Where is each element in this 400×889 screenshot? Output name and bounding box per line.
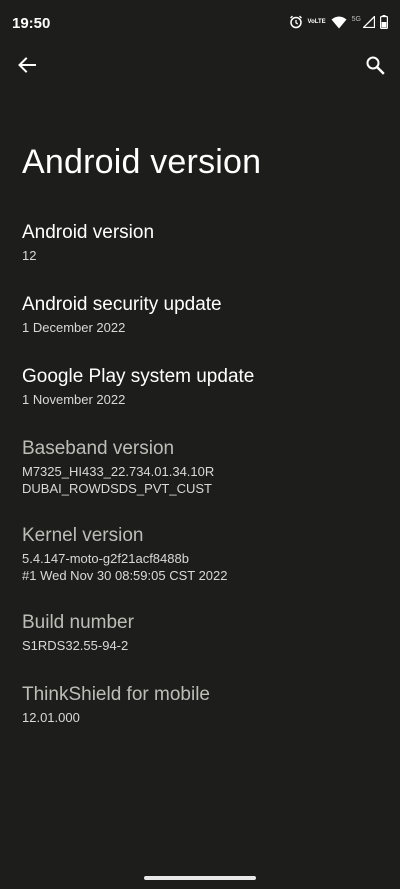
network-type: 5G (351, 15, 361, 23)
list-item-build-number[interactable]: Build number S1RDS32.55-94-2 (22, 611, 382, 654)
list-item-android-version[interactable]: Android version 12 (22, 221, 382, 264)
toolbar (0, 44, 400, 88)
wifi-icon (331, 16, 347, 29)
item-value: 1 November 2022 (22, 392, 126, 407)
item-title: Android security update (22, 294, 222, 315)
status-icons: VoLTE 5G (289, 13, 388, 31)
item-value: 12.01.000 (22, 710, 80, 725)
item-title: Baseband version (22, 438, 175, 459)
search-icon (366, 56, 385, 75)
list-item-baseband-version: Baseband version M7325_HI433_22.734.01.3… (22, 437, 382, 497)
arrow-left-icon (18, 57, 36, 73)
item-title: Kernel version (22, 525, 144, 546)
item-title: Android version (22, 222, 155, 243)
volte-icon: VoLTE (308, 19, 326, 25)
item-value: M7325_HI433_22.734.01.34.10R (22, 464, 215, 479)
item-value-secondary: #1 Wed Nov 30 08:59:05 CST 2022 (22, 568, 228, 583)
item-value: 5.4.147-moto-g2f21acf8488b (22, 551, 189, 566)
gesture-nav-handle[interactable] (144, 876, 256, 880)
status-time: 19:50 (12, 15, 51, 32)
item-value: 12 (22, 248, 37, 263)
list-item-security-update[interactable]: Android security update 1 December 2022 (22, 293, 382, 336)
battery-icon (380, 15, 388, 29)
search-button[interactable] (360, 50, 390, 80)
status-bar: 19:50 VoLTE 5G (0, 0, 400, 44)
item-title: ThinkShield for mobile (22, 684, 210, 705)
item-value-secondary: DUBAI_ROWDSDS_PVT_CUST (22, 481, 212, 496)
item-value: 1 December 2022 (22, 320, 126, 335)
list-item-thinkshield: ThinkShield for mobile 12.01.000 (22, 683, 382, 726)
item-value: S1RDS32.55-94-2 (22, 638, 129, 653)
list-item-play-system-update[interactable]: Google Play system update 1 November 202… (22, 365, 382, 408)
volte-label: VoLTE (307, 19, 326, 25)
signal-icon (363, 16, 375, 28)
list-item-kernel-version: Kernel version 5.4.147-moto-g2f21acf8488… (22, 524, 382, 584)
item-title: Build number (22, 612, 134, 633)
back-button[interactable] (12, 50, 42, 80)
alarm-icon (289, 15, 303, 29)
page-title: Android version (22, 143, 262, 181)
item-title: Google Play system update (22, 366, 255, 387)
